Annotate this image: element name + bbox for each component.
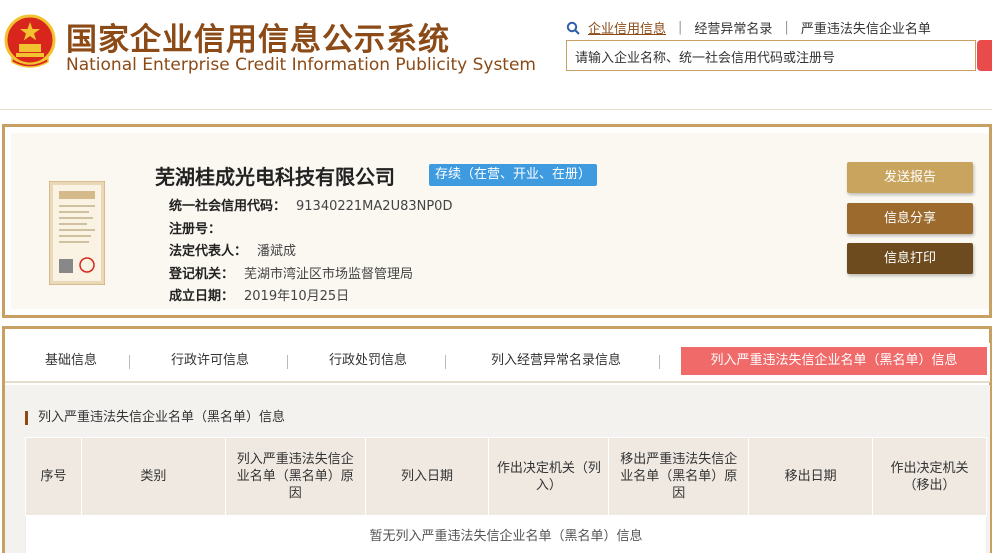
tab-basic-info[interactable]: 基础信息 [31,347,111,375]
col-header: 移出严重违法失信企业名单（黑名单）原因 [608,437,750,516]
company-card-body: 芜湖桂成光电科技有限公司 存续（在营、开业、在册） 统一社会信用代码： 91340… [11,133,989,309]
top-nav: 企业信用信息 | 经营异常名录 | 严重违法失信企业名单 [566,18,931,37]
table-header-row: 序号 类别 列入严重违法失信企业名单（黑名单）原因 列入日期 作出决定机关（列入… [25,437,987,516]
tab-separator [659,355,660,369]
blacklist-panel: 列入严重违法失信企业名单（黑名单）信息 序号 类别 列入严重违法失信企业名单（黑… [5,385,990,553]
info-section: 基础信息 行政许可信息 行政处罚信息 列入经营异常名录信息 列入严重违法失信企业… [2,326,992,553]
print-info-button[interactable]: 信息打印 [847,243,973,274]
tab-admin-license[interactable]: 行政许可信息 [155,347,265,375]
col-header: 作出决定机关（列入） [488,437,610,516]
nav-abnormal-list[interactable]: 经营异常名录 [694,18,772,37]
search-input[interactable]: 请输入企业名称、统一社会信用代码或注册号 [566,40,976,71]
tab-separator [445,355,446,369]
info-value: 潘斌成 [257,244,297,259]
tab-abnormal-list[interactable]: 列入经营异常名录信息 [471,347,641,375]
info-label: 注册号： [169,222,222,237]
info-label: 法定代表人： [169,244,248,259]
site-title: 国家企业信用信息公示系统 [66,22,450,58]
nav-enterprise-credit[interactable]: 企业信用信息 [588,18,666,37]
col-header: 移出日期 [748,437,874,516]
col-header: 列入严重违法失信企业名单（黑名单）原因 [224,437,366,516]
site-header: 国家企业信用信息公示系统 National Enterprise Credit … [0,0,992,110]
site-subtitle-en: National Enterprise Credit Information P… [66,55,536,75]
tab-bar: 基础信息 行政许可信息 行政处罚信息 列入经营异常名录信息 列入严重违法失信企业… [5,343,990,383]
info-registration-authority: 登记机关： 芜湖市湾沚区市场监督管理局 [169,263,413,282]
info-established-date: 成立日期： 2019年10月25日 [169,285,349,304]
nav-separator: | [784,20,789,35]
tab-separator [129,355,130,369]
info-value: 91340221MA2U83NP0D [296,199,453,214]
send-report-button[interactable]: 发送报告 [847,162,973,193]
col-header: 列入日期 [364,437,490,516]
tab-separator [287,355,288,369]
section-title: 列入严重违法失信企业名单（黑名单）信息 [25,411,285,425]
blacklist-table: 序号 类别 列入严重违法失信企业名单（黑名单）原因 列入日期 作出决定机关（列入… [25,437,987,553]
info-credit-code: 统一社会信用代码： 91340221MA2U83NP0D [169,195,452,214]
search-icon [566,21,580,35]
info-label: 成立日期： [169,289,235,304]
search-button[interactable] [977,40,992,71]
info-label: 登记机关： [169,267,235,282]
col-header: 作出决定机关（移出） [872,437,987,516]
tab-blacklist[interactable]: 列入严重违法失信企业名单（黑名单）信息 [681,347,987,375]
info-reg-number: 注册号： [169,218,231,237]
nav-separator: | [678,20,683,35]
info-legal-rep: 法定代表人： 潘斌成 [169,240,296,259]
empty-message: 暂无列入严重违法失信企业名单（黑名单）信息 [25,515,987,553]
business-license-icon[interactable] [49,181,105,285]
col-header: 序号 [25,437,82,516]
info-value: 2019年10月25日 [244,289,350,304]
table-row: 暂无列入严重违法失信企业名单（黑名单）信息 [25,515,987,553]
company-name: 芜湖桂成光电科技有限公司 [155,165,395,189]
status-badge: 存续（在营、开业、在册） [429,164,598,186]
national-emblem-icon [4,14,56,68]
nav-blacklist[interactable]: 严重违法失信企业名单 [801,18,931,37]
info-value: 芜湖市湾沚区市场监督管理局 [244,267,414,282]
share-info-button[interactable]: 信息分享 [847,203,973,234]
info-label: 统一社会信用代码： [169,199,287,214]
col-header: 类别 [80,437,226,516]
tab-admin-penalty[interactable]: 行政处罚信息 [313,347,423,375]
company-card: 芜湖桂成光电科技有限公司 存续（在营、开业、在册） 统一社会信用代码： 91340… [2,124,992,318]
